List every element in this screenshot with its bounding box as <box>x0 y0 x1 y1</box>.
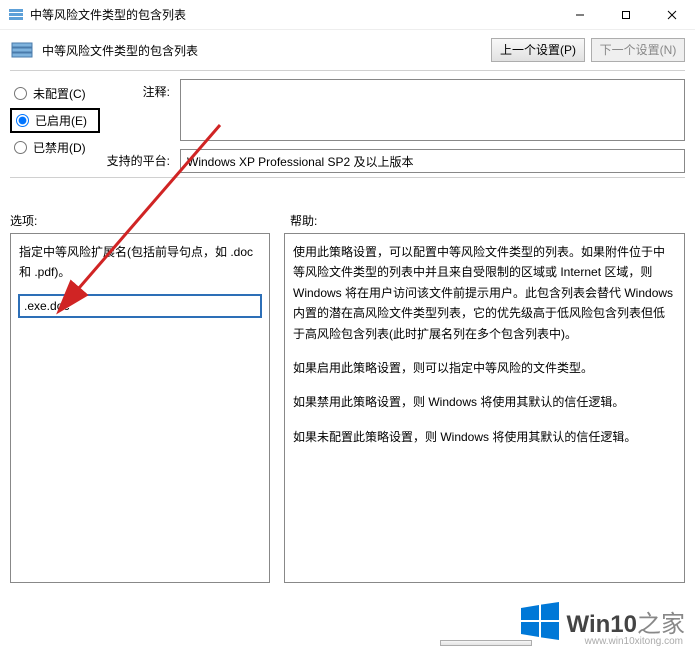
help-header: 帮助: <box>290 212 685 229</box>
window-control-group <box>557 0 695 30</box>
help-panel: 使用此策略设置，可以配置中等风险文件类型的列表。如果附件位于中等风险文件类型的列… <box>284 233 685 583</box>
help-paragraph-1: 使用此策略设置，可以配置中等风险文件类型的列表。如果附件位于中等风险文件类型的列… <box>293 242 676 344</box>
comment-textarea[interactable] <box>180 79 685 141</box>
options-description: 指定中等风险扩展名(包括前导句点，如 .doc 和 .pdf)。 <box>19 242 261 283</box>
extensions-input[interactable] <box>19 295 261 317</box>
panels: 指定中等风险扩展名(包括前导句点，如 .doc 和 .pdf)。 使用此策略设置… <box>0 233 695 583</box>
watermark-brand: Win10之家 <box>567 604 685 639</box>
config-area: 未配置(C) 已启用(E) 已禁用(D) 注释: 支持的平台: Windows … <box>0 75 695 173</box>
next-setting-button[interactable]: 下一个设置(N) <box>591 38 685 62</box>
state-radio-group: 未配置(C) 已启用(E) 已禁用(D) <box>10 79 100 173</box>
header-title: 中等风险文件类型的包含列表 <box>42 42 485 59</box>
titlebar: 中等风险文件类型的包含列表 <box>0 0 695 30</box>
panel-headers: 选项: 帮助: <box>0 182 695 233</box>
maximize-button[interactable] <box>603 0 649 30</box>
minimize-button[interactable] <box>557 0 603 30</box>
field-values: Windows XP Professional SP2 及以上版本 <box>180 79 685 173</box>
watermark-url: www.win10xitong.com <box>585 636 683 647</box>
help-paragraph-4: 如果未配置此策略设置，则 Windows 将使用其默认的信任逻辑。 <box>293 427 676 447</box>
close-button[interactable] <box>649 0 695 30</box>
window-title: 中等风险文件类型的包含列表 <box>30 6 557 23</box>
app-icon <box>8 7 24 23</box>
radio-not-configured-input[interactable] <box>14 87 27 100</box>
watermark-brand-sub: 之家 <box>637 611 685 638</box>
divider-2 <box>10 177 685 178</box>
radio-disabled[interactable]: 已禁用(D) <box>10 137 100 158</box>
radio-enabled[interactable]: 已启用(E) <box>10 108 100 133</box>
radio-enabled-label: 已启用(E) <box>35 112 87 129</box>
supported-platform-box[interactable]: Windows XP Professional SP2 及以上版本 <box>180 149 685 173</box>
prev-setting-button[interactable]: 上一个设置(P) <box>491 38 585 62</box>
policy-icon <box>10 38 34 62</box>
radio-disabled-input[interactable] <box>14 141 27 154</box>
watermark-brand-main: Win10 <box>567 611 637 638</box>
platform-label: 支持的平台: <box>107 152 170 169</box>
options-header: 选项: <box>10 212 270 229</box>
divider <box>10 70 685 71</box>
radio-enabled-input[interactable] <box>16 114 29 127</box>
comment-label: 注释: <box>143 83 170 100</box>
radio-disabled-label: 已禁用(D) <box>33 139 86 156</box>
help-paragraph-2: 如果启用此策略设置，则可以指定中等风险的文件类型。 <box>293 358 676 378</box>
field-labels: 注释: 支持的平台: <box>110 79 170 173</box>
help-paragraph-3: 如果禁用此策略设置，则 Windows 将使用其默认的信任逻辑。 <box>293 392 676 412</box>
radio-not-configured[interactable]: 未配置(C) <box>10 83 100 104</box>
options-panel: 指定中等风险扩展名(包括前导句点，如 .doc 和 .pdf)。 <box>10 233 270 583</box>
win10-logo-icon <box>519 600 561 642</box>
radio-not-configured-label: 未配置(C) <box>33 85 86 102</box>
header: 中等风险文件类型的包含列表 上一个设置(P) 下一个设置(N) <box>0 30 695 66</box>
